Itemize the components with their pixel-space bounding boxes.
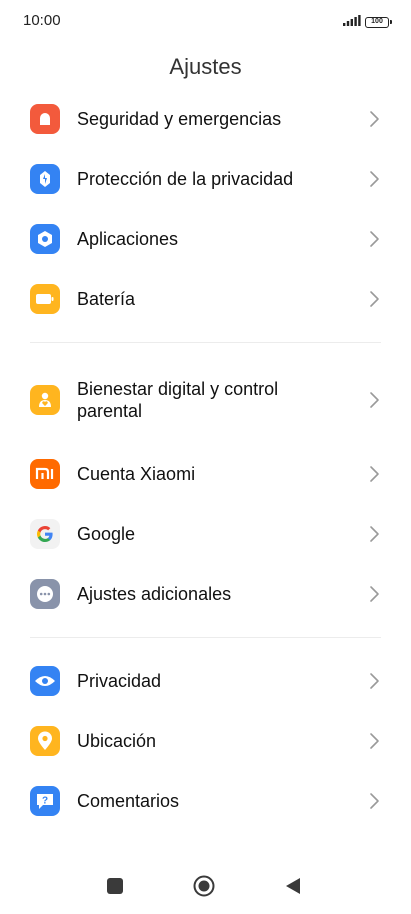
battery-settings-icon (30, 284, 60, 314)
settings-item-label: Cuenta Xiaomi (77, 464, 196, 484)
signal-icon (343, 13, 361, 31)
settings-item-proteccion-privacidad[interactable]: Protección de la privacidad (0, 149, 411, 209)
chevron-right-icon (370, 733, 379, 749)
settings-item-bienestar-digital[interactable]: Bienestar digital y control parental (0, 356, 411, 444)
google-icon (30, 519, 60, 549)
battery-icon: 100 (365, 16, 392, 28)
settings-item-label: Bienestar digital y control parental (77, 379, 279, 421)
chevron-right-icon (370, 673, 379, 689)
settings-item-label: Privacidad (77, 671, 162, 691)
back-triangle-icon (285, 877, 301, 900)
chevron-right-icon (370, 111, 379, 127)
settings-item-label: Batería (77, 289, 136, 309)
alert-icon (30, 104, 60, 134)
chevron-right-icon (370, 586, 379, 602)
settings-item-bateria[interactable]: Batería (0, 269, 411, 329)
page-title: Ajustes (169, 54, 242, 79)
status-bar: 10:00 100 (0, 0, 411, 44)
settings-item-ubicacion[interactable]: Ubicación (0, 711, 411, 771)
settings-item-aplicaciones[interactable]: Aplicaciones (0, 209, 411, 269)
divider (30, 637, 381, 638)
settings-item-label: Google (77, 524, 136, 544)
settings-item-label: Protección de la privacidad (77, 169, 294, 189)
feedback-icon: ? (30, 786, 60, 816)
settings-item-label: Ajustes adicionales (77, 584, 232, 604)
more-icon (30, 579, 60, 609)
chevron-right-icon (370, 466, 379, 482)
home-button[interactable] (190, 874, 218, 902)
settings-item-label: Ubicación (77, 731, 157, 751)
settings-item-privacidad[interactable]: Privacidad (0, 651, 411, 711)
chevron-right-icon (370, 291, 379, 307)
mi-icon (30, 459, 60, 489)
chevron-right-icon (370, 231, 379, 247)
status-icons: 100 (343, 13, 392, 31)
settings-item-google[interactable]: Google (0, 504, 411, 564)
settings-item-ajustes-adicionales[interactable]: Ajustes adicionales (0, 564, 411, 624)
settings-item-label: Aplicaciones (77, 229, 179, 249)
wellbeing-icon (30, 385, 60, 415)
navigation-bar (0, 868, 411, 908)
settings-list: Seguridad y emergencias Protección de la… (0, 89, 411, 831)
shield-icon (30, 164, 60, 194)
settings-item-label: Comentarios (77, 791, 180, 811)
home-circle-icon (193, 875, 215, 902)
divider (30, 342, 381, 343)
settings-item-label: Seguridad y emergencias (77, 109, 282, 129)
chevron-right-icon (370, 171, 379, 187)
status-time: 10:00 (23, 12, 61, 29)
location-icon (30, 726, 60, 756)
square-icon (107, 877, 123, 899)
settings-item-cuenta-xiaomi[interactable]: Cuenta Xiaomi (0, 444, 411, 504)
chevron-right-icon (370, 526, 379, 542)
chevron-right-icon (370, 793, 379, 809)
chevron-right-icon (370, 392, 379, 408)
back-button[interactable] (279, 874, 307, 902)
svg-text:?: ? (42, 796, 48, 807)
settings-item-comentarios[interactable]: ? Comentarios (0, 771, 411, 831)
eye-icon (30, 666, 60, 696)
apps-icon (30, 224, 60, 254)
settings-item-seguridad[interactable]: Seguridad y emergencias (0, 89, 411, 149)
recents-button[interactable] (101, 874, 129, 902)
